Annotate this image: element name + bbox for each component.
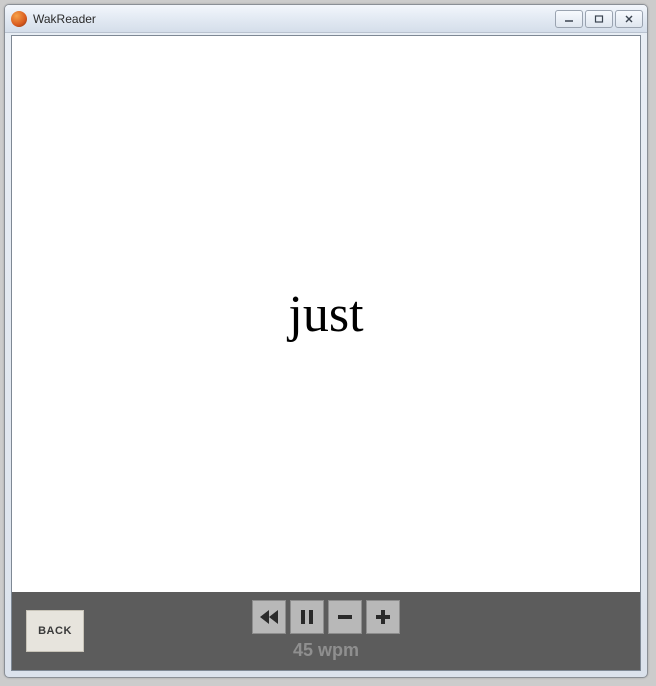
app-icon [11, 11, 27, 27]
pause-icon [299, 608, 315, 626]
minimize-icon [564, 15, 574, 23]
minus-button[interactable] [328, 600, 362, 634]
playback-button-row [252, 600, 400, 634]
plus-icon [374, 608, 392, 626]
minus-icon [336, 608, 354, 626]
window-title: WakReader [33, 12, 96, 26]
maximize-icon [594, 15, 604, 23]
minimize-button[interactable] [555, 10, 583, 28]
close-button[interactable] [615, 10, 643, 28]
current-word: just [288, 285, 363, 344]
controls-bar: BACK [12, 592, 640, 670]
reader-area: just [12, 36, 640, 592]
window-controls [555, 10, 643, 28]
maximize-button[interactable] [585, 10, 613, 28]
client-area: just BACK [11, 35, 641, 671]
playback-controls: 45 wpm [252, 600, 400, 661]
pause-button[interactable] [290, 600, 324, 634]
close-icon [624, 15, 634, 23]
plus-button[interactable] [366, 600, 400, 634]
back-button-label: BACK [38, 625, 72, 637]
titlebar[interactable]: WakReader [5, 5, 647, 33]
back-button[interactable]: BACK [26, 610, 84, 652]
rewind-button[interactable] [252, 600, 286, 634]
app-window: WakReader just BACK [4, 4, 648, 678]
wpm-label: 45 wpm [293, 640, 359, 661]
rewind-icon [259, 608, 279, 626]
